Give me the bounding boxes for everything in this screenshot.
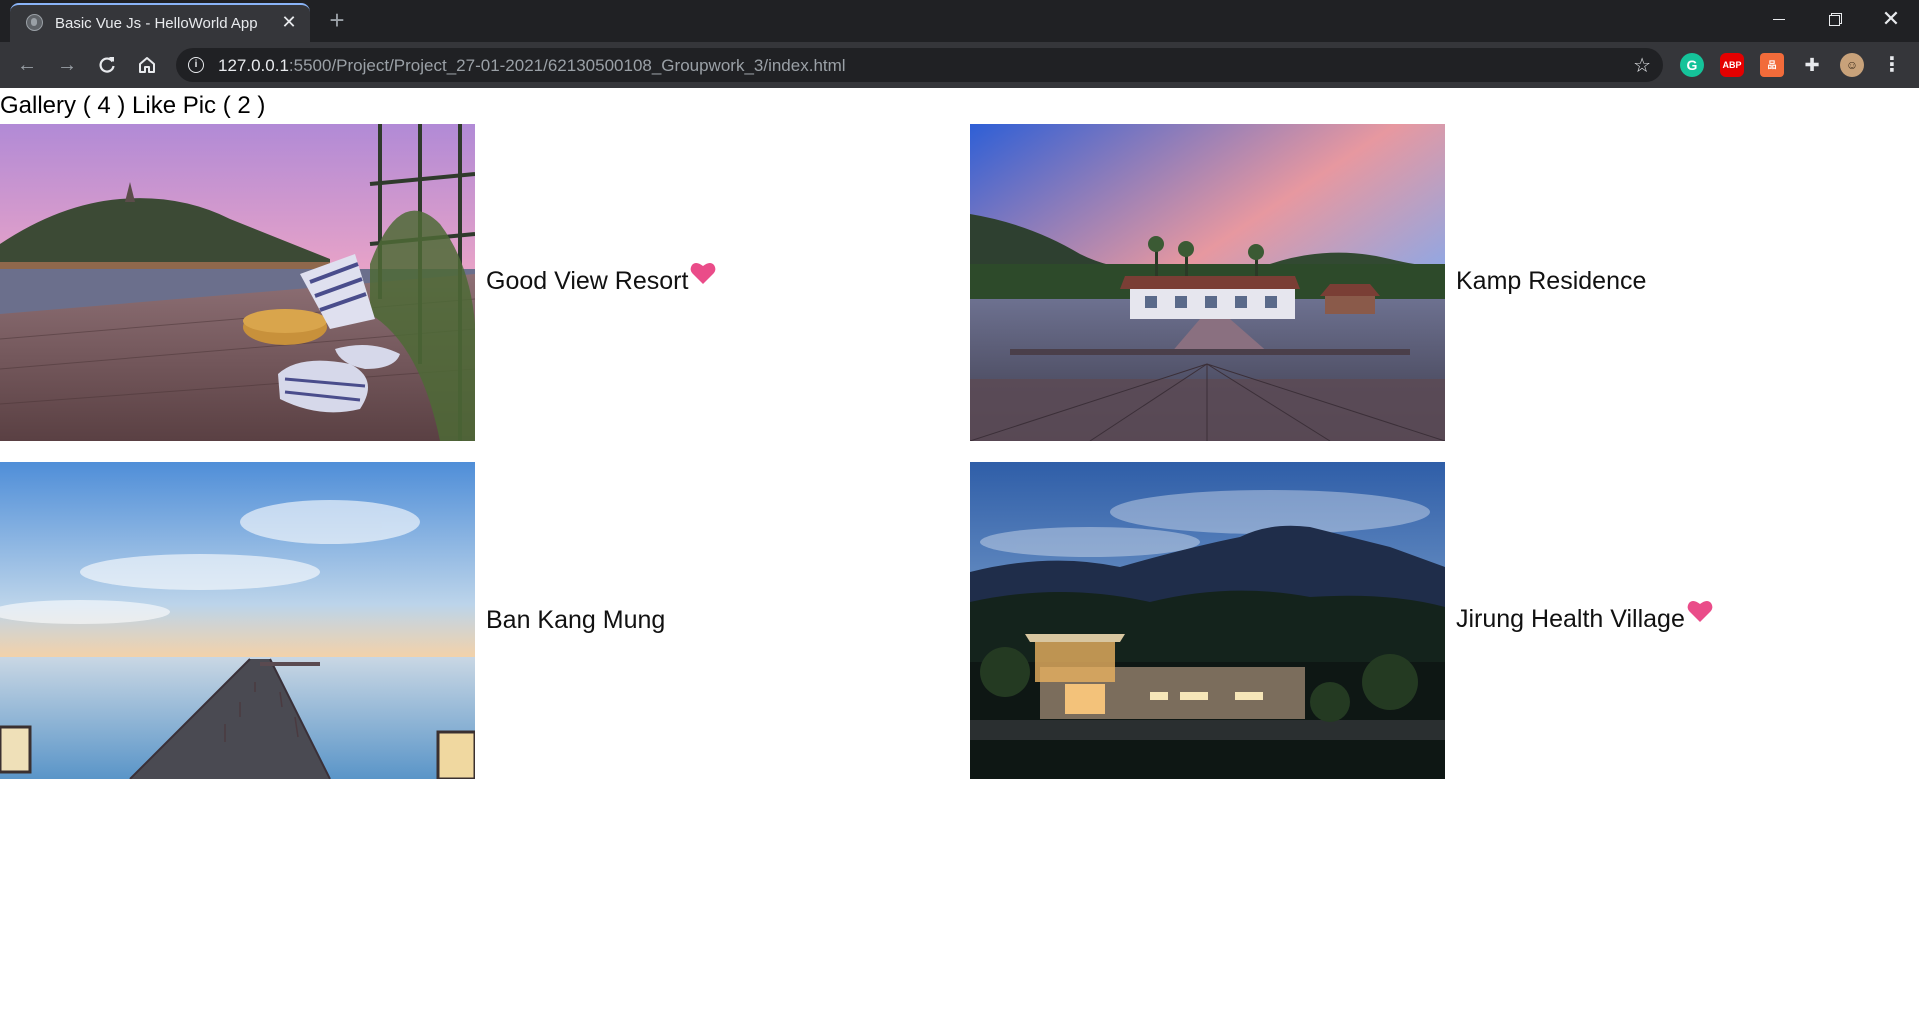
site-info-icon[interactable]: i xyxy=(188,57,204,73)
tab-title: Basic Vue Js - HelloWorld App xyxy=(55,15,258,32)
gallery-card-title: Kamp Residence xyxy=(1456,267,1646,296)
gallery-card-title: Ban Kang Mung xyxy=(486,606,665,635)
close-window-button[interactable]: ✕ xyxy=(1863,0,1919,38)
back-icon[interactable]: ← xyxy=(13,51,41,79)
tab-strip: Basic Vue Js - HelloWorld App ✕ + ✕ xyxy=(0,0,1919,42)
url-text[interactable]: 127.0.0.1:5500/Project/Project_27-01-202… xyxy=(218,56,846,76)
browser-tab[interactable]: Basic Vue Js - HelloWorld App ✕ xyxy=(10,3,310,42)
gallery-card: Jirung Health Village xyxy=(970,462,1919,780)
heart-icon[interactable] xyxy=(1687,599,1713,630)
gallery-photo[interactable] xyxy=(0,462,475,779)
adblock-plus-extension-icon[interactable]: ABP xyxy=(1720,53,1744,77)
gallery-card: Ban Kang Mung xyxy=(0,462,960,780)
gallery-card: Kamp Residence xyxy=(970,124,1919,442)
place-name: Jirung Health Village xyxy=(1456,605,1685,633)
place-name: Kamp Residence xyxy=(1456,267,1647,295)
new-tab-button[interactable]: + xyxy=(320,6,354,36)
heart-icon[interactable] xyxy=(690,261,716,292)
extensions-puzzle-icon[interactable]: ✚ xyxy=(1800,53,1824,77)
profile-avatar[interactable]: ☺ xyxy=(1840,53,1864,77)
gallery-card-title: Good View Resort xyxy=(486,262,716,296)
gallery-count-heading: Gallery ( 4 ) Like Pic ( 2 ) xyxy=(0,92,266,119)
kebab-menu-icon[interactable]: ⋮ xyxy=(1882,53,1902,77)
gallery-card-title: Jirung Health Village xyxy=(1456,600,1713,634)
minimize-button[interactable] xyxy=(1751,0,1807,38)
close-tab-icon[interactable]: ✕ xyxy=(278,11,300,33)
gallery-photo[interactable] xyxy=(970,462,1445,779)
place-name: Good View Resort xyxy=(486,267,689,295)
gallery-photo[interactable] xyxy=(0,124,475,441)
address-bar[interactable]: i 127.0.0.1:5500/Project/Project_27-01-2… xyxy=(176,48,1663,82)
restore-button[interactable] xyxy=(1807,0,1863,38)
reload-icon[interactable] xyxy=(93,51,121,79)
browser-toolbar: ← → i 127.0.0.1:5500/Project/Project_27-… xyxy=(0,42,1919,88)
place-name: Ban Kang Mung xyxy=(486,606,666,634)
globe-icon xyxy=(26,14,43,31)
bookmark-star-icon[interactable]: ☆ xyxy=(1633,53,1651,78)
home-icon[interactable] xyxy=(133,51,161,79)
gallery-photo[interactable] xyxy=(970,124,1445,441)
forward-icon[interactable]: → xyxy=(53,51,81,79)
grammarly-extension-icon[interactable]: G xyxy=(1680,53,1704,77)
org-chart-extension-icon[interactable]: 品 xyxy=(1760,53,1784,77)
page-content: Gallery ( 4 ) Like Pic ( 2 ) Good View R… xyxy=(0,88,1919,1024)
gallery-card: Good View Resort xyxy=(0,124,960,442)
